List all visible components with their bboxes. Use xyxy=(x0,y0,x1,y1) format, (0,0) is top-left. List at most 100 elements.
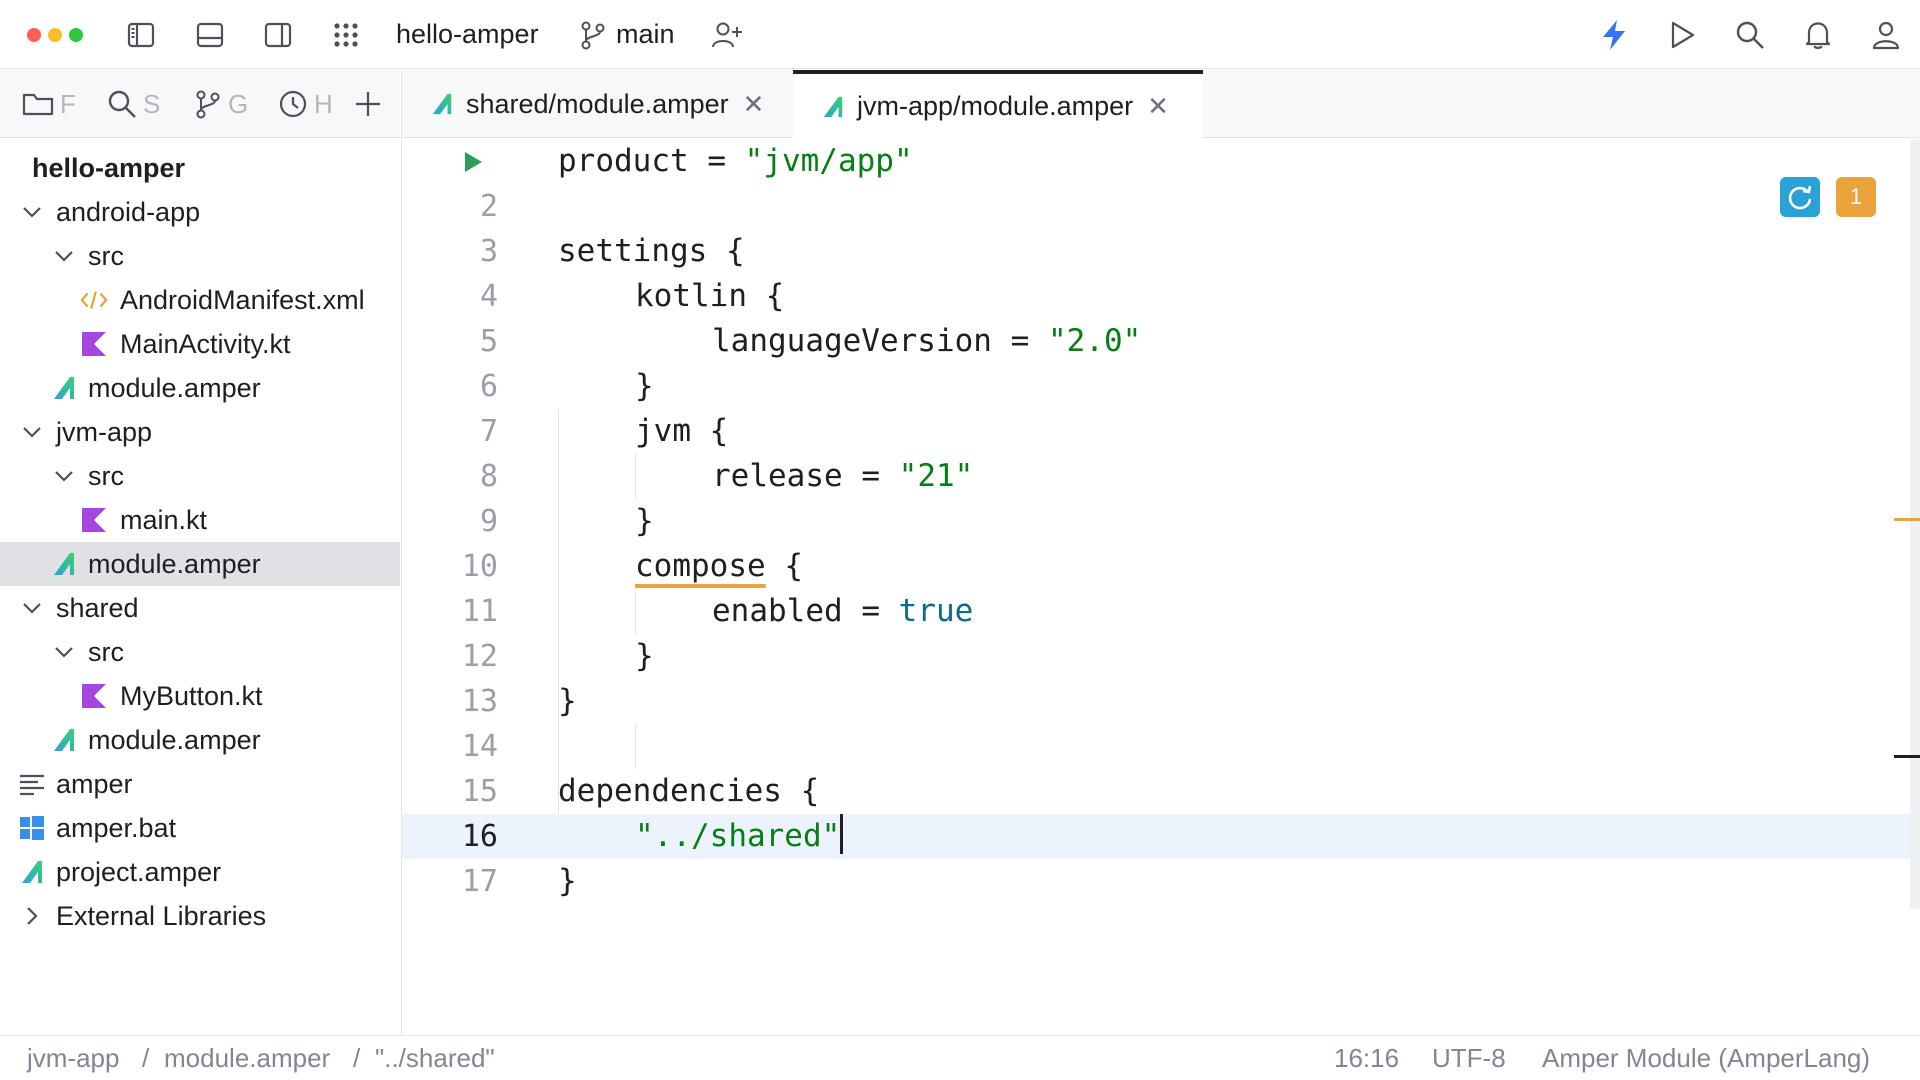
history-icon xyxy=(279,90,307,118)
tree-item-module-amper[interactable]: module.amper xyxy=(0,366,400,410)
tool-window-tabs: F S G H xyxy=(0,70,400,138)
caret-position[interactable]: 16:16 xyxy=(1334,1036,1399,1080)
file-encoding[interactable]: UTF-8 xyxy=(1432,1036,1506,1080)
tree-item-mybutton-kt[interactable]: MyButton.kt xyxy=(0,674,400,718)
tree-item-label: module.amper xyxy=(88,725,261,755)
tree-item-android-app[interactable]: android-app xyxy=(0,190,400,234)
tree-item-src[interactable]: src xyxy=(0,234,400,278)
breadcrumb-separator: / xyxy=(142,1043,150,1073)
tree-item-jvm-app[interactable]: jvm-app xyxy=(0,410,400,454)
line-number: 12 xyxy=(461,639,498,674)
maximize-window-button[interactable] xyxy=(69,28,83,42)
code-line: 13 } xyxy=(402,679,1920,724)
code-text: "../shared" xyxy=(635,814,844,859)
warnings-badge[interactable]: 1 xyxy=(1836,177,1876,217)
tree-item-label: External Libraries xyxy=(56,901,267,931)
tree-item-androidmanifest[interactable]: AndroidManifest.xml xyxy=(0,278,400,322)
code-editor[interactable]: product = "jvm/app" 2 3 settings { 4 kot… xyxy=(402,139,1920,1035)
line-number: 17 xyxy=(461,864,498,899)
code-line: 3 settings { xyxy=(402,229,1920,274)
warning-highlight[interactable]: compose xyxy=(635,548,766,584)
tab-label: S xyxy=(143,88,161,119)
file-type[interactable]: Amper Module (AmperLang) xyxy=(1542,1036,1870,1080)
apps-grid-icon[interactable] xyxy=(329,18,363,52)
code-text: languageVersion = "2.0" xyxy=(712,323,1142,359)
tree-item-module-amper-selected[interactable]: module.amper xyxy=(0,542,400,586)
project-panel-icon[interactable] xyxy=(124,18,158,52)
tab-label: jvm-app/module.amper xyxy=(857,91,1134,121)
line-number: 3 xyxy=(479,234,498,269)
code-text: settings { xyxy=(558,233,745,269)
text-caret xyxy=(840,814,844,854)
tab-jvm-app-module-amper[interactable]: jvm-app/module.amper ✕ xyxy=(793,70,1203,139)
search-icon xyxy=(108,90,136,118)
caret-scroll-marker xyxy=(1894,755,1920,758)
lightning-icon[interactable] xyxy=(1597,18,1631,52)
bell-icon[interactable] xyxy=(1801,18,1835,52)
tree-item-module-amper[interactable]: module.amper xyxy=(0,718,400,762)
code-text: dependencies { xyxy=(558,773,820,809)
current-code-line: 16 "../shared" xyxy=(402,814,1920,859)
git-branch-icon xyxy=(576,18,610,52)
code-text: } xyxy=(558,863,577,899)
chevron-down-icon[interactable] xyxy=(18,410,46,454)
tree-item-hello-amper[interactable]: hello-amper xyxy=(0,146,400,190)
tab-git[interactable]: G xyxy=(194,87,252,121)
tree-item-label: amper xyxy=(56,769,133,799)
tree-item-shared[interactable]: shared xyxy=(0,586,400,630)
close-icon[interactable]: ✕ xyxy=(1147,91,1169,122)
tree-item-label: src xyxy=(88,461,124,491)
chevron-down-icon[interactable] xyxy=(18,586,46,630)
tree-item-amper[interactable]: amper xyxy=(0,762,400,806)
tree-item-mainactivity[interactable]: MainActivity.kt xyxy=(0,322,400,366)
code-line: 6 } xyxy=(402,364,1920,409)
code-line: 17 } xyxy=(402,859,1920,904)
tab-project[interactable]: F xyxy=(22,87,80,121)
chevron-down-icon[interactable] xyxy=(18,190,46,234)
bottom-panel-icon[interactable] xyxy=(193,18,227,52)
line-number: 2 xyxy=(479,189,498,224)
line-number: 7 xyxy=(479,414,498,449)
tab-search[interactable]: S xyxy=(107,87,165,121)
project-name[interactable]: hello-amper xyxy=(396,16,539,52)
close-icon[interactable]: ✕ xyxy=(743,89,765,120)
run-gutter-icon[interactable] xyxy=(458,139,488,184)
breadcrumb-dependency[interactable]: "../shared" xyxy=(375,1036,495,1080)
tree-item-main-kt[interactable]: main.kt xyxy=(0,498,400,542)
breadcrumb-module-amper[interactable]: module.amper xyxy=(164,1036,330,1080)
branch-name[interactable]: main xyxy=(616,16,675,52)
code-text: release = "21" xyxy=(712,458,974,494)
sync-button[interactable] xyxy=(1780,177,1820,217)
code-text: product = "jvm/app" xyxy=(558,143,913,179)
breadcrumb-jvm-app[interactable]: jvm-app xyxy=(27,1036,119,1080)
code-text: compose { xyxy=(635,548,803,584)
close-window-button[interactable] xyxy=(27,28,41,42)
tab-label: G xyxy=(228,88,249,119)
chevron-down-icon[interactable] xyxy=(50,234,78,278)
add-tab-button[interactable] xyxy=(353,87,387,121)
profile-icon[interactable] xyxy=(1869,18,1903,52)
tree-item-external-libraries[interactable]: External Libraries xyxy=(0,894,400,938)
search-icon[interactable] xyxy=(1733,18,1767,52)
code-line: 15 dependencies { xyxy=(402,769,1920,814)
right-panel-icon[interactable] xyxy=(261,18,295,52)
line-number: 10 xyxy=(461,549,498,584)
tree-item-label: AndroidManifest.xml xyxy=(120,285,365,315)
line-number: 9 xyxy=(479,504,498,539)
tree-item-src[interactable]: src xyxy=(0,630,400,674)
minimize-window-button[interactable] xyxy=(48,28,62,42)
tree-item-src[interactable]: src xyxy=(0,454,400,498)
chevron-right-icon[interactable] xyxy=(18,894,46,938)
tab-history[interactable]: H xyxy=(278,87,336,121)
chevron-down-icon[interactable] xyxy=(50,630,78,674)
warning-scroll-marker[interactable] xyxy=(1894,518,1920,521)
run-icon[interactable] xyxy=(1665,18,1699,52)
chevron-down-icon[interactable] xyxy=(50,454,78,498)
tab-shared-module-amper[interactable]: shared/module.amper ✕ xyxy=(402,70,792,138)
line-number: 5 xyxy=(479,324,498,359)
tree-item-project-amper[interactable]: project.amper xyxy=(0,850,400,894)
add-user-icon[interactable] xyxy=(710,18,744,52)
tree-item-amper-bat[interactable]: amper.bat xyxy=(0,806,400,850)
git-icon xyxy=(196,90,220,119)
editor-scrollbar[interactable] xyxy=(1910,139,1920,909)
